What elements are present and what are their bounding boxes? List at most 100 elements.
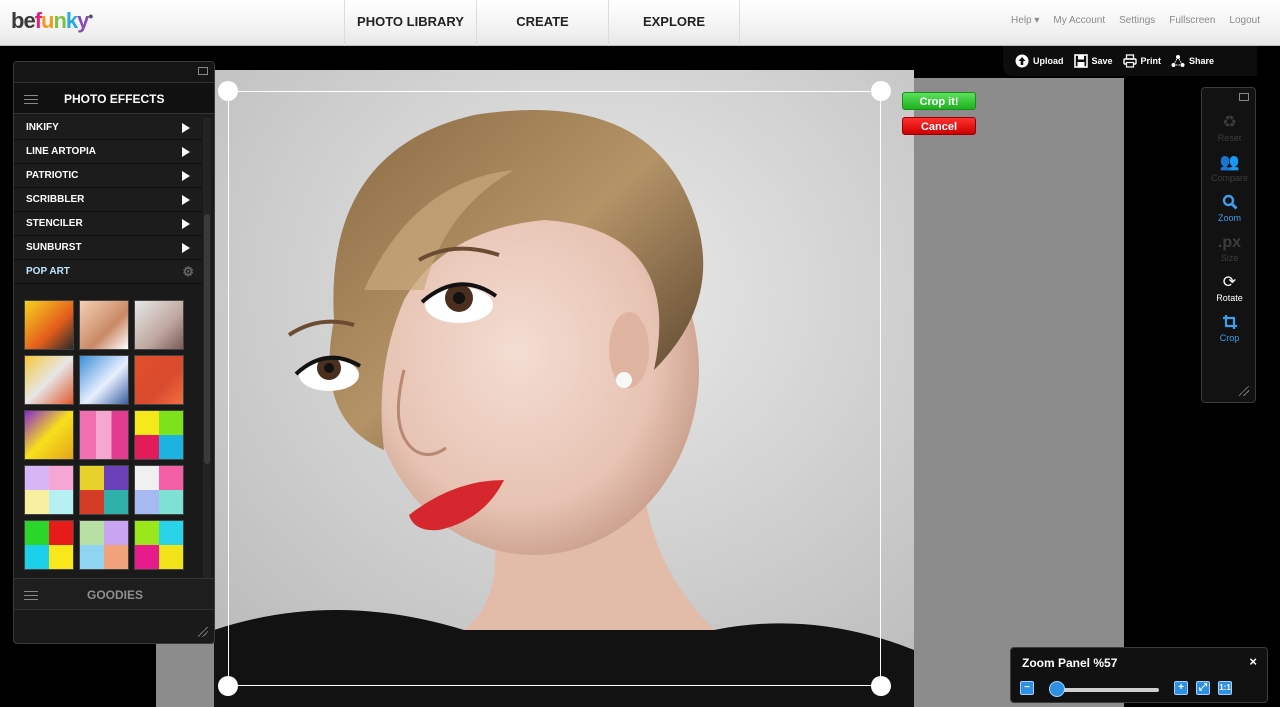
fit-screen-button[interactable]: ⤢ (1196, 681, 1210, 695)
resize-grip-icon[interactable] (198, 627, 208, 637)
panel-header: PHOTO EFFECTS (14, 82, 214, 114)
goodies-section[interactable]: GOODIES (14, 578, 214, 610)
effect-item-line-artopia[interactable]: LINE ARTOPIA (14, 140, 202, 164)
actual-size-button[interactable]: 1:1 (1218, 681, 1232, 695)
upload-label: Upload (1033, 56, 1064, 66)
share-button[interactable]: Share (1171, 54, 1214, 68)
pop-art-thumbnail-3[interactable] (134, 300, 184, 350)
effect-label: LINE ARTOPIA (26, 146, 97, 157)
effect-item-patriotic[interactable]: PATRIOTIC (14, 164, 202, 188)
effect-item-sunburst[interactable]: SUNBURST (14, 236, 202, 260)
print-button[interactable]: Print (1122, 54, 1162, 68)
resize-grip-icon[interactable] (1239, 386, 1249, 396)
effect-label: PATRIOTIC (26, 170, 79, 181)
pop-art-thumbnail-7[interactable] (24, 410, 74, 460)
pop-art-thumbnail-6[interactable] (134, 355, 184, 405)
logo-k: k (65, 8, 78, 33)
crop-selection[interactable] (228, 91, 881, 686)
my-account-link[interactable]: My Account (1053, 15, 1105, 26)
panel-titlebar (14, 62, 214, 82)
crop-handle-bottom-right[interactable] (871, 676, 891, 696)
pop-art-thumbnail-12[interactable] (134, 465, 184, 515)
pop-art-thumbnail-5[interactable] (79, 355, 129, 405)
pop-art-thumbnail-10[interactable] (24, 465, 74, 515)
pop-art-thumbnail-8[interactable] (79, 410, 129, 460)
effects-list: INKIFY LINE ARTOPIA PATRIOTIC SCRIBBLER … (14, 116, 202, 284)
pop-art-thumbnail-2[interactable] (79, 300, 129, 350)
rotate-label: Rotate (1216, 293, 1243, 303)
effect-item-stenciler[interactable]: STENCILER (14, 212, 202, 236)
arrow-right-icon (182, 219, 190, 229)
effect-label: STENCILER (26, 218, 83, 229)
workspace: Upload Save Print Share Crop it! Cancel … (0, 46, 1280, 707)
arrow-right-icon (182, 171, 190, 181)
crop-tool[interactable]: Crop (1202, 314, 1257, 343)
save-label: Save (1091, 56, 1113, 66)
crop-it-button[interactable]: Crop it! (902, 92, 976, 110)
pop-art-thumbnail-4[interactable] (24, 355, 74, 405)
main-nav: PHOTO LIBRARY CREATE EXPLORE (344, 0, 740, 46)
crop-handle-top-right[interactable] (871, 81, 891, 101)
effect-label: INKIFY (26, 122, 59, 133)
share-icon (1171, 54, 1185, 68)
panel-collapse-icon[interactable] (1239, 93, 1249, 101)
close-icon[interactable]: × (1249, 654, 1257, 669)
fullscreen-link[interactable]: Fullscreen (1169, 15, 1215, 26)
logout-link[interactable]: Logout (1229, 15, 1260, 26)
panel-title: PHOTO EFFECTS (64, 92, 165, 106)
pop-art-thumbnail-11[interactable] (79, 465, 129, 515)
compare-tool[interactable]: 👥 Compare (1202, 154, 1257, 183)
rotate-icon: ⟳ (1222, 274, 1237, 291)
zoom-slider-track[interactable] (1061, 688, 1159, 692)
nav-tab-photo-library[interactable]: PHOTO LIBRARY (344, 0, 476, 46)
help-link[interactable]: Help ▾ (1011, 15, 1039, 26)
logo-be: be (11, 8, 36, 33)
nav-tab-explore[interactable]: EXPLORE (608, 0, 740, 46)
effect-label: SCRIBBLER (26, 194, 85, 205)
pop-art-thumbnail-15[interactable] (134, 520, 184, 570)
zoom-out-button[interactable]: − (1020, 681, 1034, 695)
print-label: Print (1140, 56, 1162, 66)
goodies-label: GOODIES (86, 588, 143, 602)
rotate-tool[interactable]: ⟳ Rotate (1202, 274, 1257, 303)
upload-icon (1015, 54, 1029, 68)
befunky-logo[interactable]: befunky• (11, 8, 93, 34)
photo-effects-panel: PHOTO EFFECTS INKIFY LINE ARTOPIA PATRIO… (13, 61, 215, 644)
crop-handle-bottom-left[interactable] (218, 676, 238, 696)
effect-item-inkify[interactable]: INKIFY (14, 116, 202, 140)
cancel-crop-button[interactable]: Cancel (902, 117, 976, 135)
compare-label: Compare (1210, 173, 1248, 183)
size-tool[interactable]: .px Size (1202, 234, 1257, 263)
arrow-right-icon (182, 147, 190, 157)
size-label: Size (1220, 253, 1239, 263)
gear-icon[interactable]: ⚙ (182, 260, 194, 284)
tools-panel: ♻ Reset 👥 Compare Zoom .px Size ⟳ Rotate (1201, 87, 1256, 403)
effects-scrollbar[interactable] (203, 118, 211, 578)
logo-dot: • (88, 8, 93, 24)
logo-u: u (41, 8, 54, 33)
arrow-right-icon (182, 195, 190, 205)
panel-collapse-icon[interactable] (198, 67, 208, 75)
save-button[interactable]: Save (1073, 54, 1113, 68)
crop-icon (1202, 314, 1257, 332)
nav-tab-create[interactable]: CREATE (476, 0, 608, 46)
zoom-slider-handle[interactable] (1049, 681, 1065, 697)
pop-art-thumbnail-9[interactable] (134, 410, 184, 460)
menu-icon[interactable] (24, 95, 38, 104)
effect-item-scribbler[interactable]: SCRIBBLER (14, 188, 202, 212)
settings-link[interactable]: Settings (1119, 15, 1155, 26)
people-icon: 👥 (1219, 154, 1240, 171)
zoom-tool[interactable]: Zoom (1202, 194, 1257, 223)
upload-button[interactable]: Upload (1015, 54, 1064, 68)
pop-art-thumbnail-13[interactable] (24, 520, 74, 570)
logo-y: y (77, 8, 89, 33)
zoom-in-button[interactable]: + (1174, 681, 1188, 695)
crop-handle-top-left[interactable] (218, 81, 238, 101)
reset-tool[interactable]: ♻ Reset (1202, 114, 1257, 143)
top-bar: befunky• PHOTO LIBRARY CREATE EXPLORE He… (0, 0, 1280, 46)
effect-item-pop-art[interactable]: POP ART ⚙ (14, 260, 202, 284)
pop-art-thumbnail-1[interactable] (24, 300, 74, 350)
reset-label: Reset (1217, 133, 1242, 143)
scrollbar-thumb[interactable] (204, 214, 210, 464)
pop-art-thumbnail-14[interactable] (79, 520, 129, 570)
